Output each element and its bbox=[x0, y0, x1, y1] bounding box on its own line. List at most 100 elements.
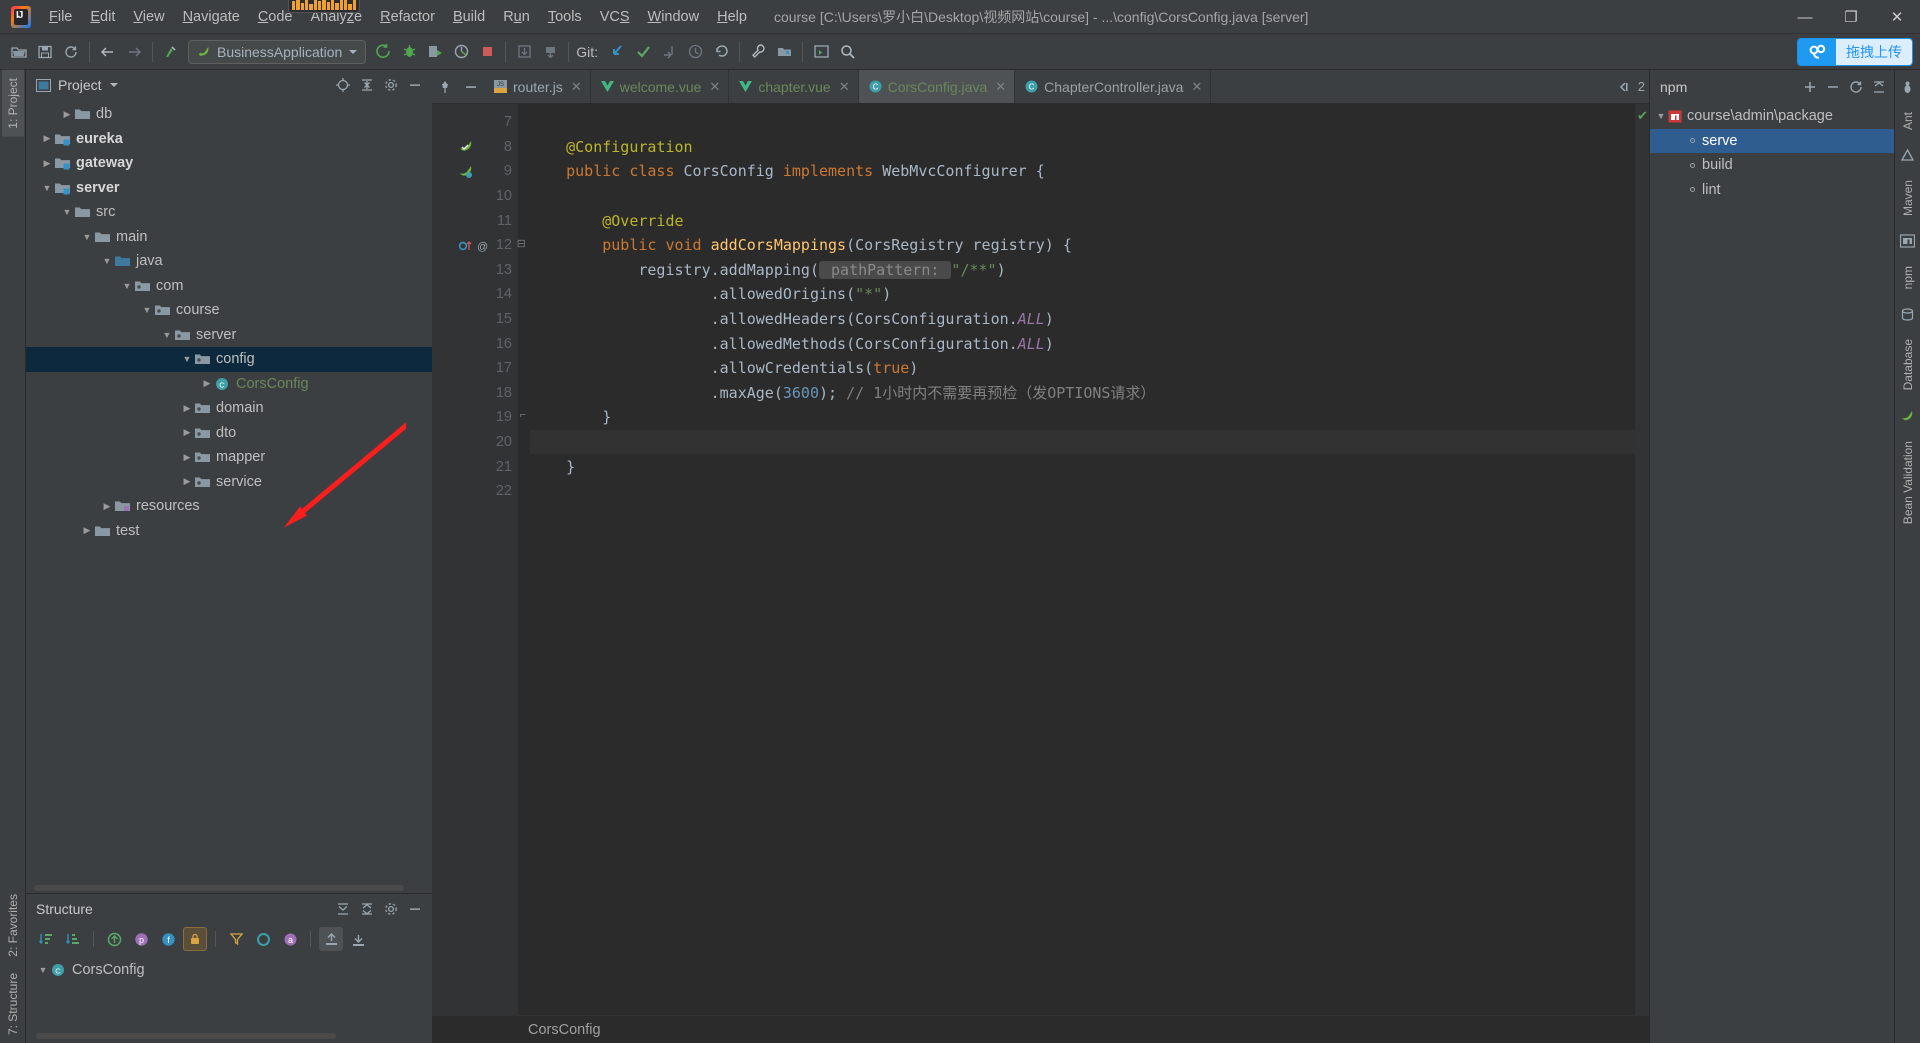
close-tab-icon[interactable]: ✕ bbox=[709, 79, 720, 95]
git-commit-check-icon[interactable] bbox=[630, 39, 656, 65]
menu-item-edit[interactable]: Edit bbox=[81, 5, 124, 29]
chevron-down-icon[interactable]: ▼ bbox=[140, 303, 154, 317]
hide-structure-icon[interactable] bbox=[404, 898, 426, 920]
git-push-icon[interactable] bbox=[656, 39, 682, 65]
editor-tab[interactable]: C ChapterController.java ✕ bbox=[1015, 70, 1212, 103]
tree-row[interactable]: ▶ domain bbox=[26, 396, 432, 421]
close-tab-icon[interactable]: ✕ bbox=[839, 79, 850, 95]
editor-tab[interactable]: chapter.vue ✕ bbox=[729, 70, 859, 103]
spring-config-gutter-icon[interactable] bbox=[458, 164, 473, 179]
editor-tab[interactable]: C CorsConfig.java ✕ bbox=[858, 70, 1016, 103]
code-line[interactable]: .allowedMethods(CorsConfiguration. ALL) bbox=[530, 331, 1635, 356]
code-line[interactable] bbox=[530, 479, 1635, 504]
sort-by-type-icon[interactable] bbox=[61, 927, 85, 951]
tree-row[interactable]: ▼ main bbox=[26, 225, 432, 250]
code-line[interactable]: public void addCorsMappings (CorsRegistry… bbox=[530, 233, 1635, 258]
tree-row[interactable]: ▶ test bbox=[26, 519, 432, 544]
git-update-icon[interactable] bbox=[604, 39, 630, 65]
npm-script-row[interactable]: build bbox=[1650, 153, 1894, 178]
code-line[interactable] bbox=[530, 110, 1635, 135]
show-fields-icon[interactable]: f bbox=[156, 927, 180, 951]
close-button[interactable]: ✕ bbox=[1874, 0, 1920, 34]
chevron-right-icon[interactable]: ▶ bbox=[180, 450, 194, 464]
menu-item-run[interactable]: Run bbox=[494, 5, 539, 29]
pin-tab-icon[interactable] bbox=[432, 70, 458, 103]
update-project-icon[interactable] bbox=[511, 39, 537, 65]
chevron-down-icon[interactable]: ▼ bbox=[180, 352, 194, 366]
close-tab-icon[interactable]: ✕ bbox=[995, 79, 1006, 95]
editor-tab[interactable]: welcome.vue ✕ bbox=[591, 70, 730, 103]
menu-item-view[interactable]: View bbox=[124, 5, 173, 29]
main-menu-bar[interactable]: File Edit View Navigate Code Analyze Ref… bbox=[40, 5, 756, 29]
git-revert-icon[interactable] bbox=[708, 39, 734, 65]
close-tab-icon[interactable]: ✕ bbox=[1191, 79, 1202, 95]
terminal-icon[interactable] bbox=[808, 39, 834, 65]
chevron-down-icon[interactable]: ▼ bbox=[120, 279, 134, 293]
sidebar-item-ant[interactable]: Ant bbox=[1897, 104, 1919, 138]
project-tree[interactable]: ▶ db ▶ eureka ▶ gateway ▼ server ▼ src ▼ main ▼ java ▼… bbox=[26, 100, 432, 893]
npm-script-row[interactable]: lint bbox=[1650, 178, 1894, 203]
tree-row[interactable]: ▼ server bbox=[26, 323, 432, 348]
tree-row[interactable]: ▶ C CorsConfig bbox=[26, 372, 432, 397]
show-non-public-icon[interactable] bbox=[183, 927, 207, 951]
npm-reload-icon[interactable] bbox=[1845, 76, 1867, 98]
npm-add-icon[interactable] bbox=[1799, 76, 1821, 98]
sidebar-item-structure[interactable]: 7: Structure bbox=[2, 965, 24, 1043]
tree-row[interactable]: ▼ com bbox=[26, 274, 432, 299]
code-line[interactable] bbox=[530, 429, 1635, 455]
show-interfaces-icon[interactable] bbox=[251, 927, 275, 951]
structure-filter-icon[interactable] bbox=[224, 927, 248, 951]
back-arrow-icon[interactable] bbox=[95, 39, 121, 65]
code-line[interactable]: .maxAge(3600); // 1小时内不需要再预检（发OPTIONS请求） bbox=[530, 381, 1635, 406]
chevron-down-icon[interactable]: ▼ bbox=[80, 230, 94, 244]
project-settings-icon[interactable] bbox=[380, 74, 402, 96]
chevron-right-icon[interactable]: ▶ bbox=[100, 499, 114, 513]
chevron-right-icon[interactable]: ▶ bbox=[40, 132, 54, 146]
tree-row[interactable]: ▶ mapper bbox=[26, 445, 432, 470]
chevron-right-icon[interactable]: ▶ bbox=[180, 426, 194, 440]
show-properties-icon[interactable]: p bbox=[129, 927, 153, 951]
menu-item-navigate[interactable]: Navigate bbox=[174, 5, 249, 29]
upload-button[interactable]: 拖拽上传 bbox=[1798, 39, 1912, 65]
chevron-right-icon[interactable]: ▶ bbox=[200, 377, 214, 391]
commit-icon[interactable] bbox=[537, 39, 563, 65]
sidebar-item-favorites[interactable]: 2: Favorites bbox=[2, 886, 24, 965]
code-editor[interactable]: 7 8 9 10 11 @12 ⊟ 13 14 15 16 17 18 19 ⌐ 20 21 22 @Config… bbox=[432, 104, 1649, 1015]
chevron-right-icon[interactable]: ▶ bbox=[80, 524, 94, 538]
code-line[interactable]: .allowedOrigins("*") bbox=[530, 282, 1635, 307]
window-controls[interactable]: — ❐ ✕ bbox=[1782, 0, 1920, 34]
sidebar-item-bean-validation[interactable]: Bean Validation bbox=[1897, 433, 1919, 532]
expand-all-icon[interactable] bbox=[332, 898, 354, 920]
code-line[interactable]: .allowedHeaders(CorsConfiguration. ALL) bbox=[530, 307, 1635, 332]
maximize-button[interactable]: ❐ bbox=[1828, 0, 1874, 34]
menu-item-tools[interactable]: Tools bbox=[539, 5, 591, 29]
menu-item-build[interactable]: Build bbox=[444, 5, 494, 29]
code-line[interactable]: public class CorsConfig implements WebMv… bbox=[530, 159, 1635, 184]
chevron-down-icon[interactable]: ▼ bbox=[36, 963, 50, 977]
collapse-all-icon[interactable] bbox=[356, 74, 378, 96]
code-line[interactable]: registry.addMapping( pathPattern: "/**") bbox=[530, 258, 1635, 283]
debug-icon[interactable] bbox=[396, 39, 422, 65]
project-tree-scrollbar[interactable] bbox=[34, 885, 404, 891]
save-all-icon[interactable] bbox=[32, 39, 58, 65]
git-history-icon[interactable] bbox=[682, 39, 708, 65]
editor-tab-bar[interactable]: JS router.js ✕ welcome.vue ✕ chapter.vue ✕ C Cor… bbox=[432, 70, 1649, 104]
hide-panel-icon[interactable] bbox=[404, 74, 426, 96]
show-inherited-icon[interactable] bbox=[102, 927, 126, 951]
settings-wrench-icon[interactable] bbox=[745, 39, 771, 65]
sidebar-item-npm[interactable]: npm bbox=[1897, 258, 1919, 297]
chevron-right-icon[interactable]: ▶ bbox=[180, 475, 194, 489]
project-structure-icon[interactable] bbox=[771, 39, 797, 65]
locate-file-icon[interactable] bbox=[332, 74, 354, 96]
override-method-gutter-icon[interactable]: @ bbox=[458, 238, 488, 253]
sidebar-item-project[interactable]: 1: Project bbox=[1, 70, 24, 137]
breadcrumb[interactable]: CorsConfig bbox=[432, 1015, 1649, 1043]
npm-remove-icon[interactable] bbox=[1822, 76, 1844, 98]
chevron-down-icon[interactable]: ▼ bbox=[60, 205, 74, 219]
code-line[interactable]: } bbox=[530, 405, 1635, 430]
profiler-icon[interactable] bbox=[448, 39, 474, 65]
npm-script-row[interactable]: serve bbox=[1650, 128, 1894, 153]
spring-bean-gutter-icon[interactable] bbox=[458, 139, 473, 154]
editor-tab[interactable]: JS router.js ✕ bbox=[484, 70, 591, 103]
forward-arrow-icon[interactable] bbox=[121, 39, 147, 65]
